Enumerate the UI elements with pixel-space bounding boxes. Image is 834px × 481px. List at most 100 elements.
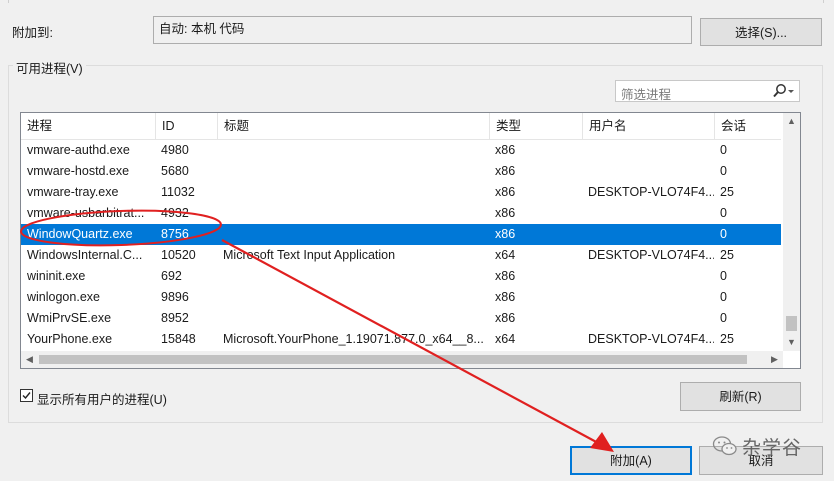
cell-username: DESKTOP-VLO74F4... xyxy=(588,332,714,346)
table-row[interactable]: winlogon.exe 9896 x86 0 xyxy=(21,287,781,308)
cell-process: vmware-tray.exe xyxy=(27,185,119,199)
scroll-down-icon[interactable]: ▼ xyxy=(783,334,800,351)
cell-username: DESKTOP-VLO74F4... xyxy=(588,185,714,199)
attach-to-label: 附加到: xyxy=(12,26,53,40)
cell-title: Microsoft Text Input Application xyxy=(223,248,396,262)
cell-id: 5680 xyxy=(161,164,189,178)
attach-button[interactable]: 附加(A) xyxy=(570,446,692,475)
wechat-icon xyxy=(712,436,737,456)
table-row-selected[interactable]: WindowQuartz.exe 8756 x86 0 xyxy=(21,224,781,245)
attach-to-field[interactable]: 自动: 本机 代码 xyxy=(153,16,692,44)
cell-username: DESKTOP-VLO74F4... xyxy=(588,248,714,262)
cell-type: x64 xyxy=(495,332,516,346)
filter-input[interactable]: 筛选进程 xyxy=(615,80,800,102)
cell-title xyxy=(217,266,489,287)
cell-process: WindowsInternal.C... xyxy=(27,248,143,262)
cell-session: 0 xyxy=(720,143,727,157)
horizontal-scroll-thumb[interactable] xyxy=(39,355,747,364)
table-row[interactable]: vmware-usbarbitrat... 4932 x86 0 xyxy=(21,203,781,224)
table-row[interactable]: vmware-hostd.exe 5680 x86 0 xyxy=(21,161,781,182)
watermark: 杂学谷 xyxy=(712,432,822,460)
cell-title xyxy=(217,140,489,161)
cell-id: 8756 xyxy=(161,227,189,241)
scroll-left-icon[interactable]: ◀ xyxy=(21,351,38,368)
cell-process: winlogon.exe xyxy=(27,290,100,304)
table-row[interactable]: WindowsInternal.C... 10520 Microsoft Text … xyxy=(21,245,781,266)
cell-type: x86 xyxy=(495,164,516,178)
cell-process: wininit.exe xyxy=(27,269,86,283)
cell-process: WmiPrvSE.exe xyxy=(27,311,112,325)
frame-edge xyxy=(0,0,9,3)
cell-process: vmware-hostd.exe xyxy=(27,164,130,178)
column-header-process[interactable]: 进程 xyxy=(21,113,155,139)
checkmark-icon xyxy=(22,392,31,400)
cell-id: 692 xyxy=(161,269,182,283)
cell-id: 8952 xyxy=(161,311,189,325)
search-icon[interactable] xyxy=(769,82,795,103)
cell-title xyxy=(217,308,489,329)
show-all-users-checkbox[interactable] xyxy=(20,389,33,402)
table-row[interactable]: WmiPrvSE.exe 8952 x86 0 xyxy=(21,308,781,329)
cell-id: 9896 xyxy=(161,290,189,304)
column-header-id[interactable]: ID xyxy=(155,113,217,139)
available-processes-title: 可用进程(V) xyxy=(13,58,86,77)
cell-id: 10520 xyxy=(161,248,196,262)
cell-type: x86 xyxy=(495,143,516,157)
frame-edge-right xyxy=(823,0,834,3)
cell-session: 25 xyxy=(720,185,734,199)
cell-process: vmware-usbarbitrat... xyxy=(27,206,145,220)
cell-session: 0 xyxy=(720,311,727,325)
table-row[interactable]: wininit.exe 692 x86 0 xyxy=(21,266,781,287)
vertical-scroll-thumb[interactable] xyxy=(786,316,797,331)
cell-username xyxy=(582,266,714,287)
cell-username xyxy=(582,308,714,329)
filter-placeholder: 筛选进程 xyxy=(621,88,672,102)
cell-type: x86 xyxy=(495,227,516,241)
cell-process: WindowQuartz.exe xyxy=(27,227,133,241)
select-button[interactable]: 选择(S)... xyxy=(700,18,822,46)
cell-session: 0 xyxy=(720,269,727,283)
cell-title xyxy=(217,161,489,182)
cell-username xyxy=(582,140,714,161)
column-header-username[interactable]: 用户名 xyxy=(582,113,714,139)
cell-title xyxy=(217,224,489,245)
cell-process: vmware-authd.exe xyxy=(27,143,130,157)
cell-id: 11032 xyxy=(161,185,195,199)
cell-type: x86 xyxy=(495,185,516,199)
cell-username xyxy=(582,224,714,245)
cell-session: 0 xyxy=(720,164,727,178)
cell-type: x86 xyxy=(495,269,516,283)
table-row[interactable]: vmware-authd.exe 4980 x86 0 xyxy=(21,140,781,161)
cell-username xyxy=(582,161,714,182)
cell-title: Microsoft.YourPhone_1.19071.877.0_x64__8… xyxy=(223,332,484,346)
cell-title xyxy=(217,287,489,308)
cell-type: x86 xyxy=(495,311,516,325)
cell-username xyxy=(582,203,714,224)
cell-id: 15848 xyxy=(161,332,196,346)
cell-type: x86 xyxy=(495,206,516,220)
table-row[interactable]: YourPhone.exe 15848 Microsoft.YourPhone_1.… xyxy=(21,329,781,350)
column-header-session[interactable]: 会话 xyxy=(714,113,781,139)
horizontal-scrollbar[interactable]: ◀ ▶ xyxy=(21,351,783,368)
column-header-title[interactable]: 标题 xyxy=(217,113,489,139)
watermark-text: 杂学谷 xyxy=(742,438,803,459)
scroll-right-icon[interactable]: ▶ xyxy=(766,351,783,368)
cell-title xyxy=(217,203,489,224)
show-all-users-label[interactable]: 显示所有用户的进程(U) xyxy=(37,389,167,408)
refresh-button[interactable]: 刷新(R) xyxy=(680,382,801,411)
cell-session: 25 xyxy=(720,332,734,346)
cell-username xyxy=(582,287,714,308)
table-row[interactable]: vmware-tray.exe 11032 x86 DESKTOP-VLO74F4..… xyxy=(21,182,781,203)
column-header-type[interactable]: 类型 xyxy=(489,113,582,139)
cell-session: 0 xyxy=(720,206,727,220)
cell-id: 4932 xyxy=(161,206,189,220)
process-list[interactable]: 进程 ID 标题 类型 用户名 会话 vmware-authd.exe 4980 x… xyxy=(20,112,801,369)
cell-process: YourPhone.exe xyxy=(27,332,113,346)
cell-title xyxy=(217,182,489,203)
cell-session: 0 xyxy=(720,227,727,241)
cell-session: 25 xyxy=(720,248,734,262)
cell-session: 0 xyxy=(720,290,727,304)
vertical-scrollbar[interactable]: ▲ ▼ xyxy=(783,113,800,351)
scroll-up-icon[interactable]: ▲ xyxy=(783,113,800,130)
cell-type: x86 xyxy=(495,290,516,304)
